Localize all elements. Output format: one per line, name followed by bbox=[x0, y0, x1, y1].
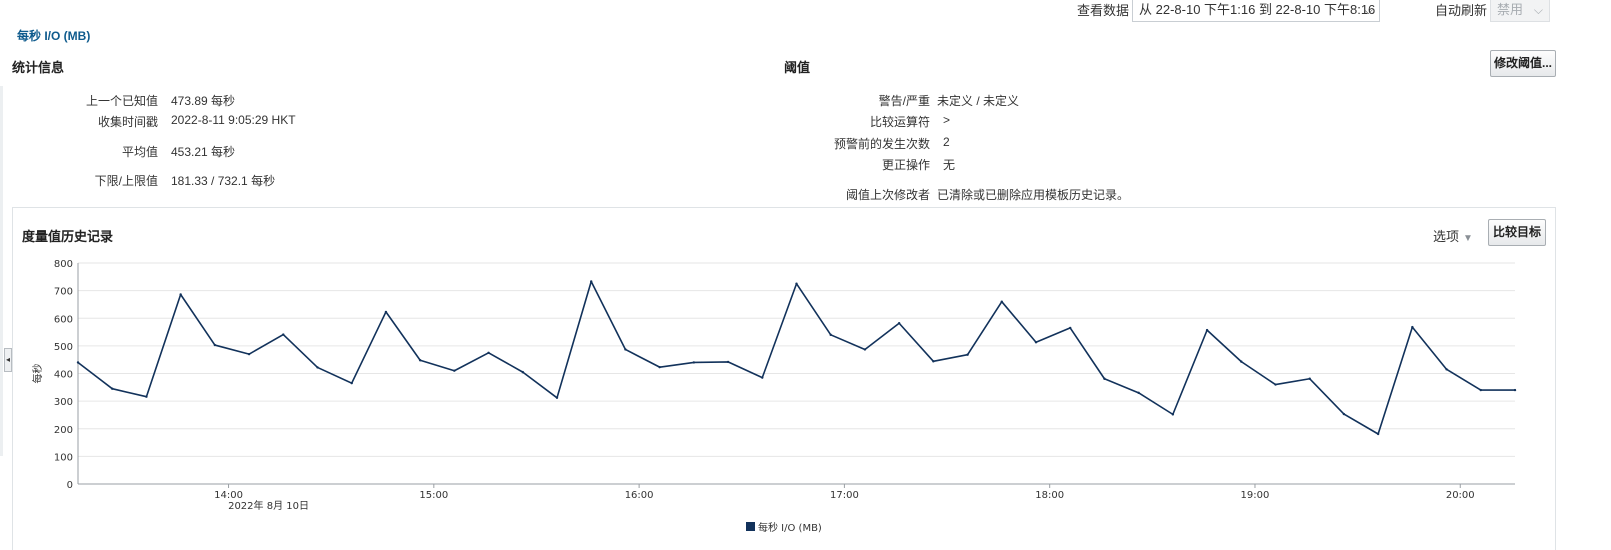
y-axis-label: 每秒 bbox=[31, 364, 44, 384]
x-tick-label: 17:00 bbox=[830, 490, 859, 501]
data-point bbox=[692, 361, 696, 364]
x-tick-label: 20:00 bbox=[1446, 490, 1475, 501]
data-point bbox=[897, 322, 901, 325]
y-tick-label: 600 bbox=[54, 314, 73, 325]
data-point bbox=[761, 376, 764, 379]
y-tick-label: 700 bbox=[54, 287, 73, 298]
data-point bbox=[863, 348, 867, 351]
data-point bbox=[350, 381, 353, 385]
data-point bbox=[555, 396, 559, 400]
data-point bbox=[1000, 300, 1003, 303]
data-point bbox=[1171, 413, 1175, 416]
data-point bbox=[1274, 383, 1277, 386]
x-tick-label: 18:00 bbox=[1035, 490, 1064, 501]
data-point bbox=[521, 370, 524, 374]
data-point bbox=[282, 333, 285, 336]
data-point bbox=[213, 343, 217, 347]
x-tick-label: 16:00 bbox=[625, 490, 654, 501]
y-tick-label: 100 bbox=[54, 452, 73, 463]
y-tick-label: 200 bbox=[54, 425, 73, 436]
data-point bbox=[316, 366, 319, 369]
data-point bbox=[658, 365, 661, 369]
x-tick-label: 14:00 bbox=[214, 490, 243, 501]
metric-history-chart: 0 100 200 300 400 500 600 700 800 14:00 15:00 16:00… bbox=[31, 259, 1517, 534]
data-point bbox=[1342, 412, 1346, 416]
y-tick-label: 500 bbox=[54, 342, 73, 353]
data-point bbox=[1479, 388, 1482, 392]
data-point bbox=[966, 353, 969, 356]
data-point bbox=[829, 333, 832, 337]
y-tick-label: 400 bbox=[54, 370, 73, 381]
legend-swatch bbox=[746, 522, 755, 531]
data-point bbox=[726, 360, 730, 364]
data-point bbox=[1034, 341, 1038, 344]
data-point bbox=[487, 351, 490, 354]
data-point bbox=[418, 359, 422, 362]
data-point bbox=[1205, 328, 1209, 332]
data-point bbox=[1376, 432, 1380, 436]
legend-label: 每秒 I/O (MB) bbox=[758, 521, 822, 534]
y-tick-label: 800 bbox=[54, 259, 73, 270]
data-point bbox=[1103, 377, 1106, 380]
data-point bbox=[453, 369, 456, 372]
y-tick-label: 300 bbox=[54, 397, 73, 408]
data-point bbox=[1513, 388, 1517, 392]
x-date-label: 2022年 8月 10日 bbox=[228, 499, 309, 512]
data-point bbox=[145, 395, 148, 398]
data-point bbox=[1411, 325, 1414, 329]
data-point bbox=[1445, 368, 1448, 371]
data-point bbox=[1137, 391, 1140, 395]
data-point bbox=[1240, 360, 1243, 363]
data-point bbox=[795, 282, 798, 285]
data-point bbox=[111, 387, 114, 390]
data-point bbox=[247, 352, 251, 356]
data-point bbox=[1308, 377, 1311, 380]
series-line bbox=[77, 280, 1515, 435]
data-point bbox=[590, 280, 593, 283]
x-tick-label: 15:00 bbox=[419, 490, 448, 501]
data-point bbox=[1069, 326, 1072, 330]
x-tick-label: 19:00 bbox=[1241, 490, 1270, 501]
data-point bbox=[179, 293, 182, 296]
data-point bbox=[932, 360, 935, 363]
data-point bbox=[624, 348, 627, 351]
y-tick-label: 0 bbox=[67, 480, 73, 491]
data-point bbox=[384, 310, 388, 314]
data-point bbox=[76, 361, 80, 364]
